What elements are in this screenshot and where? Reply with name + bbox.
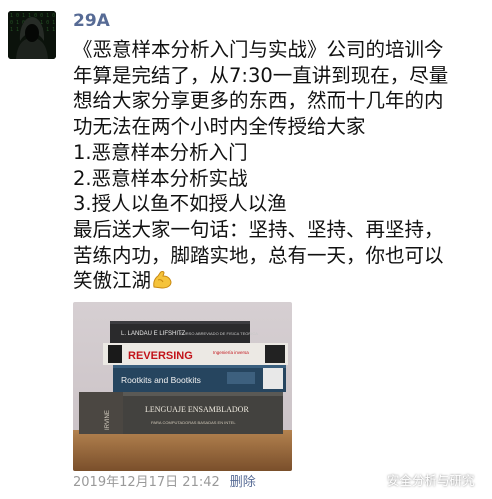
post-line-last: 笑傲江湖 [73, 268, 485, 294]
post-line: 功无法在两个小时内全传授给大家 [73, 115, 366, 139]
watermark-text: 安全分析与研究 [387, 472, 475, 488]
post-line: 想给大家分享更多的东西，然而十几年的内 [73, 89, 444, 113]
delete-link[interactable]: 删除 [230, 475, 256, 490]
hacker-avatar-icon: 1 0 1 1 0 0 1 0 0 1 0 0 1 1 0 1 1 1 0 1 … [8, 11, 56, 59]
post-line: 2.恶意样本分析实战 [73, 166, 248, 190]
post-line: 最后送大家一句话：坚持、坚持、再坚持， [73, 217, 444, 241]
book-reversing: REVERSING Ingeniería inversa [103, 343, 288, 365]
avatar[interactable]: 1 0 1 1 0 0 1 0 0 1 0 0 1 1 0 1 1 1 0 1 … [8, 11, 56, 59]
timestamp: 2019年12月17日 21:42 [73, 475, 220, 490]
flexed-biceps-icon [151, 270, 173, 290]
book-title: REVERSING [128, 350, 193, 362]
book-landau: L. LANDAU E LIFSHITZ CURSO ABREVIADO DE … [110, 321, 258, 343]
post-line: 3.授人以鱼不如授人以渔 [73, 192, 287, 216]
author-name[interactable]: 29A [73, 11, 110, 31]
post-line: 《恶意样本分析入门与实战》公司的培训今 [73, 38, 444, 61]
post-photo[interactable]: L. LANDAU E LIFSHITZ CURSO ABREVIADO DE … [73, 302, 292, 471]
book-title: Rootkits and Bootkits [121, 375, 201, 385]
watermark: 安全分析与研究 [363, 467, 475, 491]
book-subtitle: Ingeniería inversa [213, 350, 249, 355]
book-rootkits: Rootkits and Bootkits [113, 365, 286, 392]
post-body: 《恶意样本分析入门与实战》公司的培训今 年算是完结了，从7:30一直讲到现在，尽… [73, 37, 485, 294]
book-title: L. LANDAU E LIFSHITZ [121, 331, 186, 337]
post-line: 苦练内功，脚踏实地，总有一天，你也可以 [73, 243, 444, 267]
post-line: 笑傲江湖 [73, 269, 152, 293]
wechat-channel-icon [363, 470, 381, 488]
post-meta: 2019年12月17日 21:42 删除 [73, 473, 256, 493]
book-subtitle: PARA COMPUTADORAS BASADAS EN INTEL [151, 420, 236, 425]
book-spine-author: IRVINE [105, 410, 111, 430]
post-line: 1.恶意样本分析入门 [73, 140, 248, 164]
book-subtitle: CURSO ABREVIADO DE FISICA TEORICA [180, 331, 258, 336]
book-title: LENGUAJE ENSAMBLADOR [145, 405, 249, 414]
post-line: 年算是完结了，从7:30一直讲到现在，尽量 [73, 63, 449, 87]
book-lenguaje: IRVINE LENGUAJE ENSAMBLADOR PARA COMPUTA… [79, 392, 283, 434]
